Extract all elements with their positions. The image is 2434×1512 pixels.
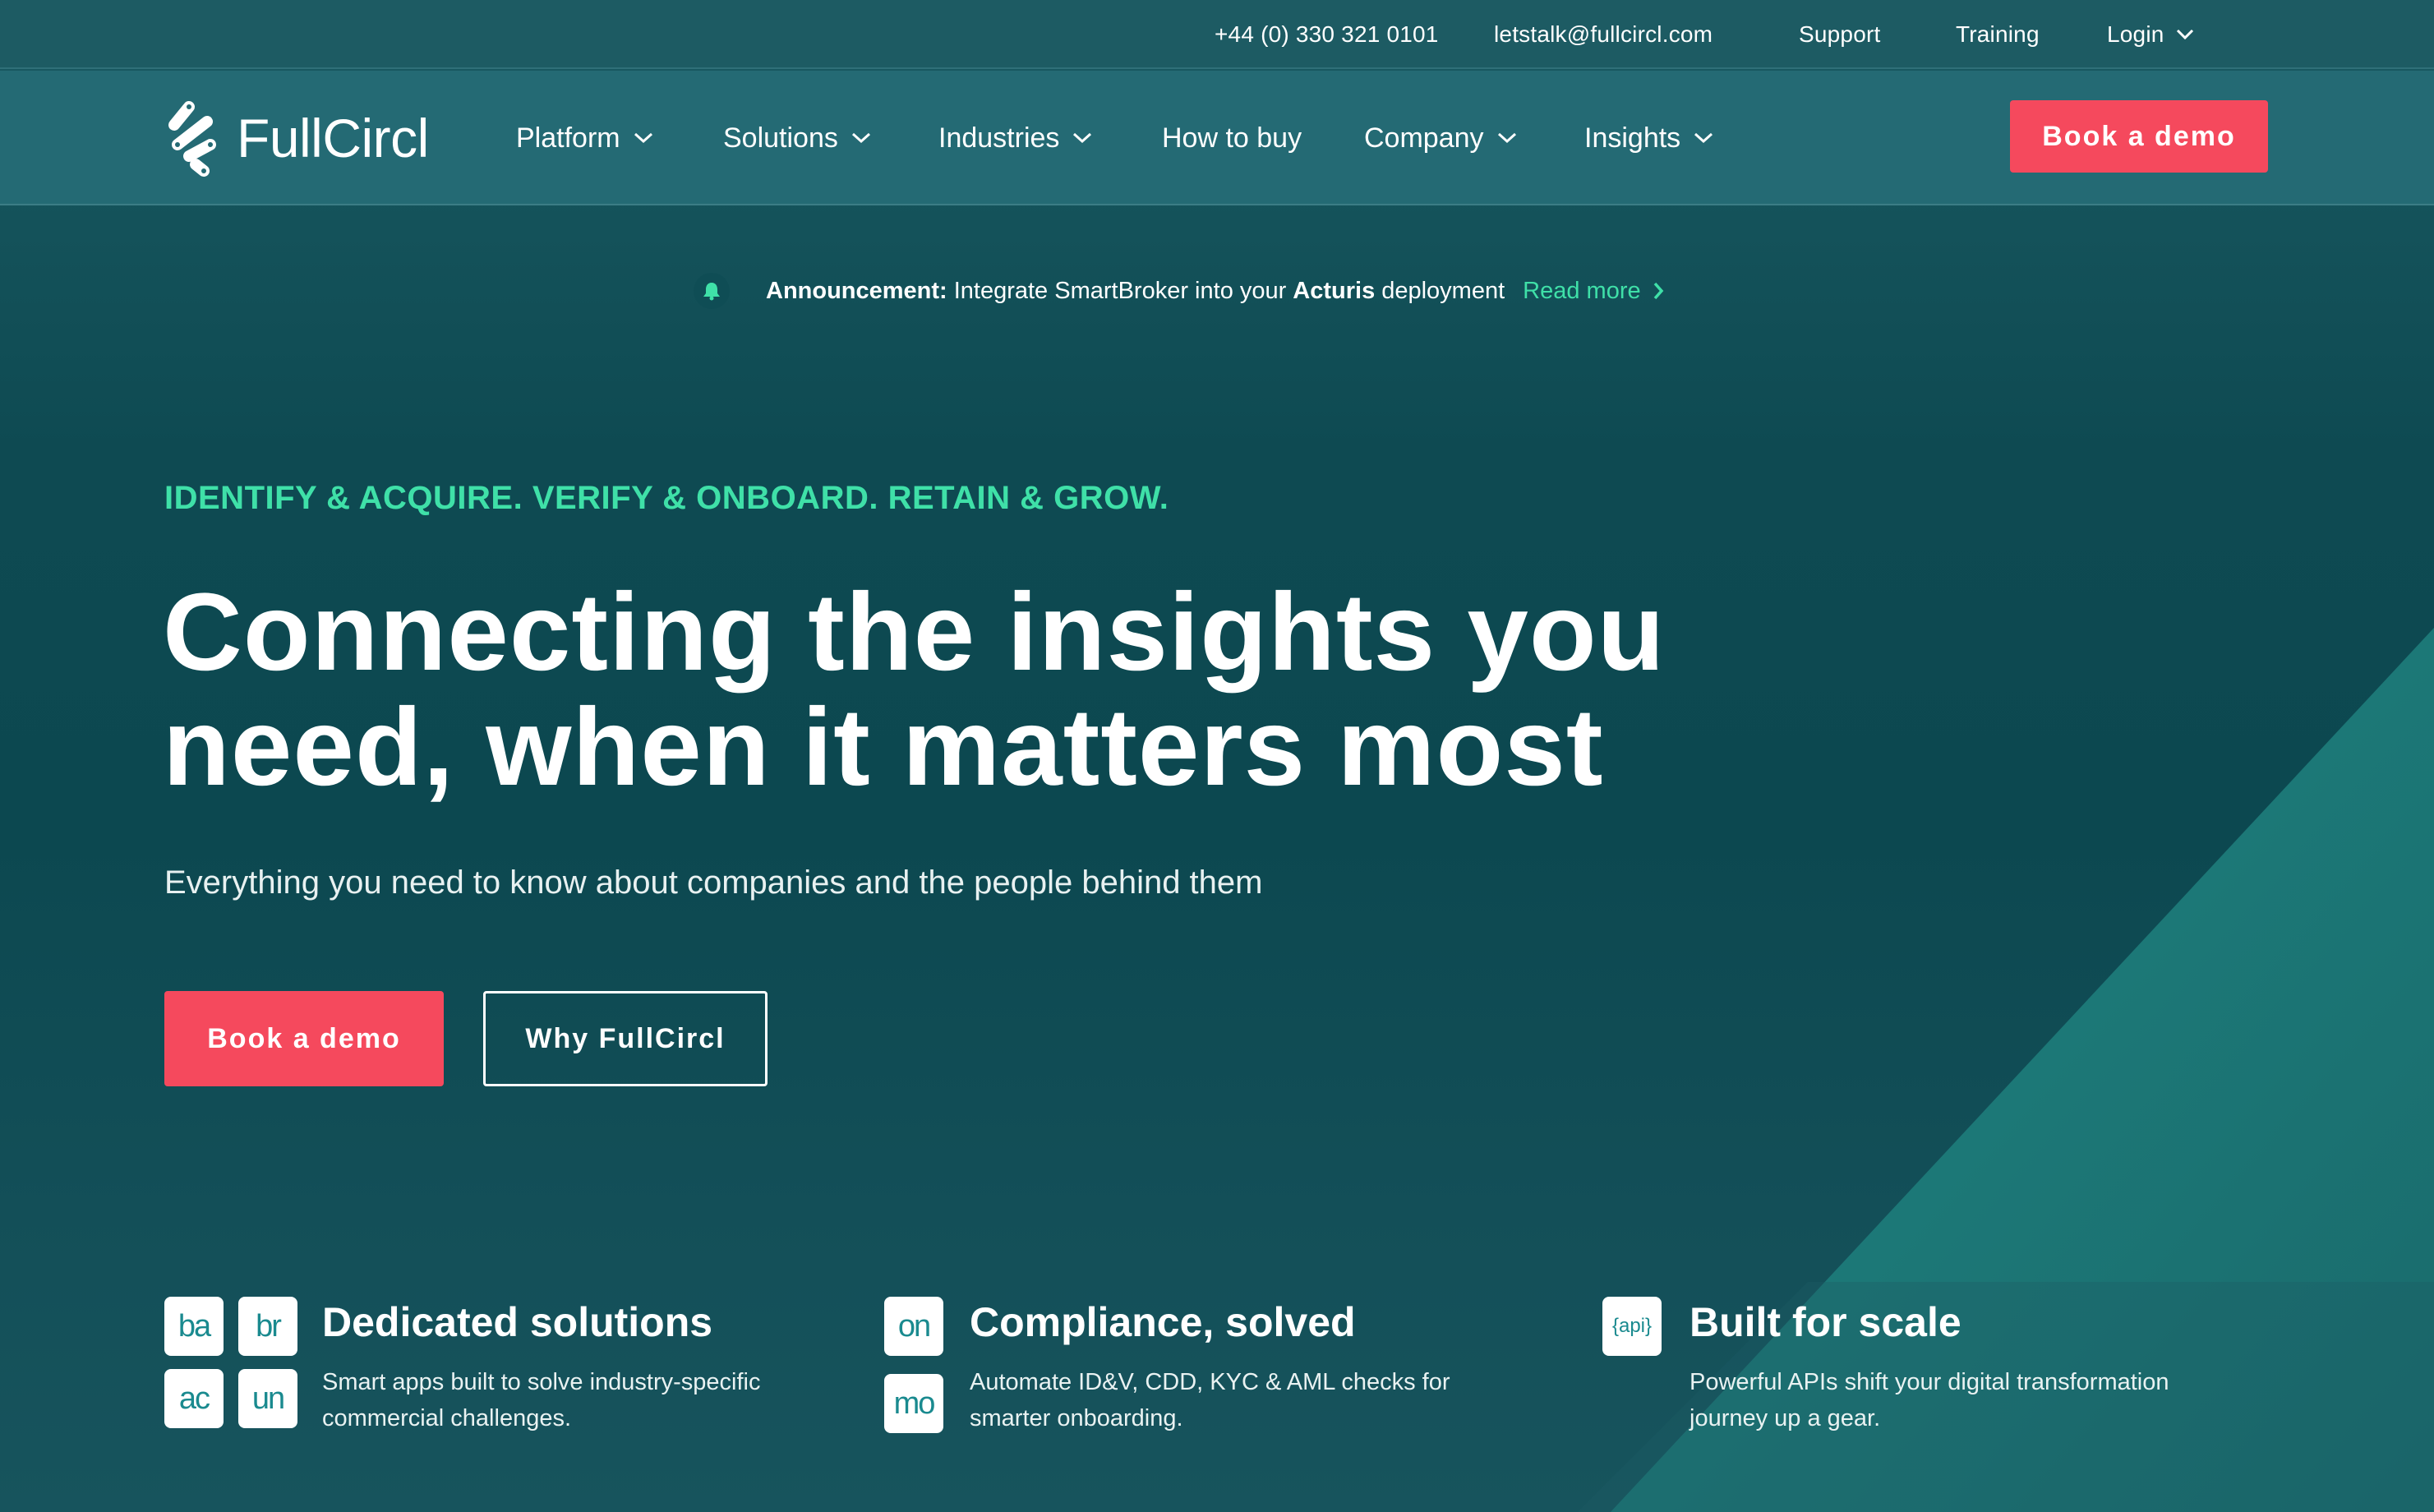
nav-industries[interactable]: Industries — [938, 71, 1092, 205]
chevron-right-icon — [1653, 282, 1663, 300]
chevron-down-icon — [1497, 132, 1516, 144]
nav-book-demo-button[interactable]: Book a demo — [2010, 100, 2268, 173]
feature-title: Dedicated solutions — [322, 1299, 713, 1345]
feature-title: Built for scale — [1690, 1299, 1961, 1345]
nav-solutions-label: Solutions — [723, 122, 838, 154]
hero-headline-line-1: Connecting the insights you — [163, 571, 1666, 694]
hero-subhead: Everything you need to know about compan… — [164, 864, 1263, 901]
feature-title: Compliance, solved — [970, 1299, 1356, 1345]
chevron-down-icon — [2176, 29, 2193, 40]
feature-description-line: Powerful APIs shift your digital transfo… — [1690, 1369, 2169, 1395]
nav-how-to-buy[interactable]: How to buy — [1162, 71, 1302, 205]
announcement-bar: Announcement: Integrate SmartBroker into… — [694, 266, 1664, 316]
app-tile-ac: ac — [164, 1369, 224, 1428]
why-fullcircl-button[interactable]: Why FullCircl — [483, 991, 768, 1086]
chevron-down-icon — [634, 132, 652, 144]
nav-company[interactable]: Company — [1364, 71, 1517, 205]
nav-solutions[interactable]: Solutions — [723, 71, 871, 205]
app-tile-mo: mo — [884, 1374, 943, 1433]
announcement-prefix: Announcement: — [766, 277, 947, 304]
nav-platform-label: Platform — [516, 122, 620, 154]
feature-description-line: smarter onboarding. — [970, 1405, 1183, 1431]
feature-description-line: Smart apps built to solve industry-speci… — [322, 1369, 761, 1395]
hero-eyebrow: IDENTIFY & ACQUIRE. VERIFY & ONBOARD. RE… — [164, 480, 1169, 516]
hero-headline: Connecting the insights you need, when i… — [163, 575, 1971, 805]
nav-insights[interactable]: Insights — [1584, 71, 1713, 205]
nav-company-label: Company — [1364, 122, 1484, 154]
utility-bar: +44 (0) 330 321 0101 letstalk@fullcircl.… — [0, 0, 2434, 69]
nav-insights-label: Insights — [1584, 122, 1681, 154]
support-link[interactable]: Support — [1799, 0, 1880, 69]
nav-how-to-buy-label: How to buy — [1162, 122, 1302, 154]
training-link[interactable]: Training — [1956, 0, 2040, 69]
fullcircl-logo-icon — [168, 101, 216, 177]
brand-name: FullCircl — [237, 108, 429, 168]
chevron-down-icon — [1073, 132, 1092, 144]
login-label: Login — [2107, 21, 2164, 47]
app-tile-un: un — [238, 1369, 297, 1428]
nav-industries-label: Industries — [938, 122, 1060, 154]
page: +44 (0) 330 321 0101 letstalk@fullcircl.… — [0, 0, 2434, 1512]
brand-logo[interactable]: FullCircl — [164, 95, 429, 181]
feature-description: Automate ID&V, CDD, KYC & AML checks for… — [970, 1364, 1450, 1436]
app-tile-ba: ba — [164, 1297, 224, 1356]
hero-headline-line-2: need, when it matters most — [163, 686, 1604, 809]
hero-book-demo-button[interactable]: Book a demo — [164, 991, 444, 1086]
app-tile-br: br — [238, 1297, 297, 1356]
feature-description: Smart apps built to solve industry-speci… — [322, 1364, 761, 1436]
feature-description-line: Automate ID&V, CDD, KYC & AML checks for — [970, 1369, 1450, 1395]
chevron-down-icon — [851, 132, 870, 144]
announcement-bold: Acturis — [1293, 277, 1376, 304]
feature-description: Powerful APIs shift your digital transfo… — [1690, 1364, 2169, 1436]
announcement-text: Integrate SmartBroker into your — [953, 277, 1287, 304]
read-more-link[interactable]: Read more — [1523, 278, 1663, 305]
announcement-text-end: deployment — [1381, 277, 1505, 304]
nav-platform[interactable]: Platform — [516, 71, 653, 205]
read-more-label: Read more — [1523, 277, 1641, 304]
login-dropdown[interactable]: Login — [2107, 0, 2194, 69]
email-link[interactable]: letstalk@fullcircl.com — [1494, 0, 1713, 69]
feature-description-line: commercial challenges. — [322, 1405, 572, 1431]
app-tile-api: {api} — [1602, 1297, 1662, 1356]
bell-icon — [694, 273, 730, 309]
chevron-down-icon — [1694, 132, 1713, 144]
main-nav: FullCircl Platform Solutions Industries … — [0, 71, 2434, 205]
app-tile-on: on — [884, 1297, 943, 1356]
feature-description-line: journey up a gear. — [1690, 1405, 1881, 1431]
phone-link[interactable]: +44 (0) 330 321 0101 — [1215, 0, 1439, 69]
